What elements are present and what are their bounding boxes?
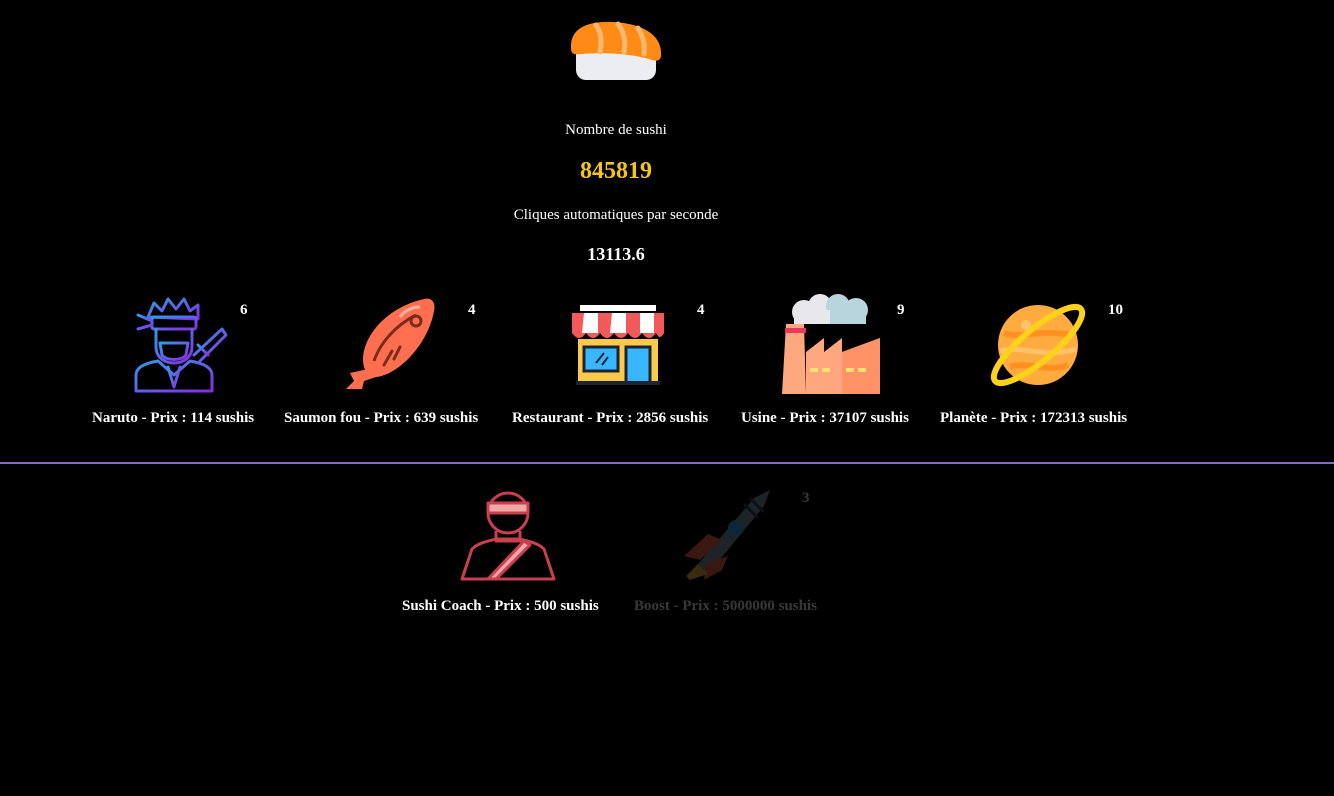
- item-caption: Usine - Prix : 37107 sushis: [741, 410, 909, 426]
- chef-icon: [460, 491, 556, 581]
- owned-count: 10: [1108, 302, 1123, 318]
- owned-count: 3: [802, 490, 810, 506]
- item-caption: Saumon fou - Prix : 639 sushis: [284, 410, 479, 426]
- item-caption: Naruto - Prix : 114 sushis: [92, 410, 255, 426]
- rocket-icon: [684, 490, 770, 580]
- sushi-icon[interactable]: [568, 18, 664, 84]
- sushi-clicker-page: Nombre de sushi 845819 Cliques automatiq…: [0, 0, 1334, 796]
- factory-icon: [782, 294, 880, 394]
- section-divider: [0, 462, 1334, 464]
- shop-item-boost: 3 Boost - Prix : 5000000 sushis: [632, 478, 832, 623]
- salmon-icon: [346, 298, 435, 389]
- ninja-icon: [134, 297, 228, 393]
- item-caption: Restaurant - Prix : 2856 sushis: [512, 410, 709, 426]
- shop-item-usine[interactable]: 9 Usine - Prix : 37107 sushis: [740, 290, 925, 435]
- item-caption: Sushi Coach - Prix : 500 sushis: [402, 598, 599, 614]
- cps-label: Cliques automatiques par seconde: [513, 207, 719, 223]
- shop-item-naruto[interactable]: 6 Naruto - Prix : 114 sushis: [90, 290, 268, 435]
- shop-item-sushi-coach[interactable]: Sushi Coach - Prix : 500 sushis: [402, 478, 616, 623]
- restaurant-icon: [572, 305, 664, 385]
- item-caption: Planète - Prix : 172313 sushis: [940, 410, 1128, 426]
- item-caption: Boost - Prix : 5000000 sushis: [634, 598, 817, 614]
- shop-item-planete[interactable]: 10 Planète - Prix : 172313 sushis: [938, 290, 1143, 435]
- owned-count: 4: [468, 302, 476, 318]
- owned-count: 6: [240, 302, 248, 318]
- sushi-count-label: Nombre de sushi: [565, 122, 667, 138]
- owned-count: 4: [697, 302, 705, 318]
- planet-icon: [990, 303, 1086, 387]
- cps-value: 13113.6: [587, 244, 645, 264]
- shop-item-restaurant[interactable]: 4 Restaurant - Prix : 2856 sushis: [510, 290, 725, 435]
- sushi-count-value: 845819: [580, 158, 652, 184]
- owned-count: 9: [897, 302, 905, 318]
- shop-item-saumon-fou[interactable]: 4 Saumon fou - Prix : 639 sushis: [284, 290, 496, 435]
